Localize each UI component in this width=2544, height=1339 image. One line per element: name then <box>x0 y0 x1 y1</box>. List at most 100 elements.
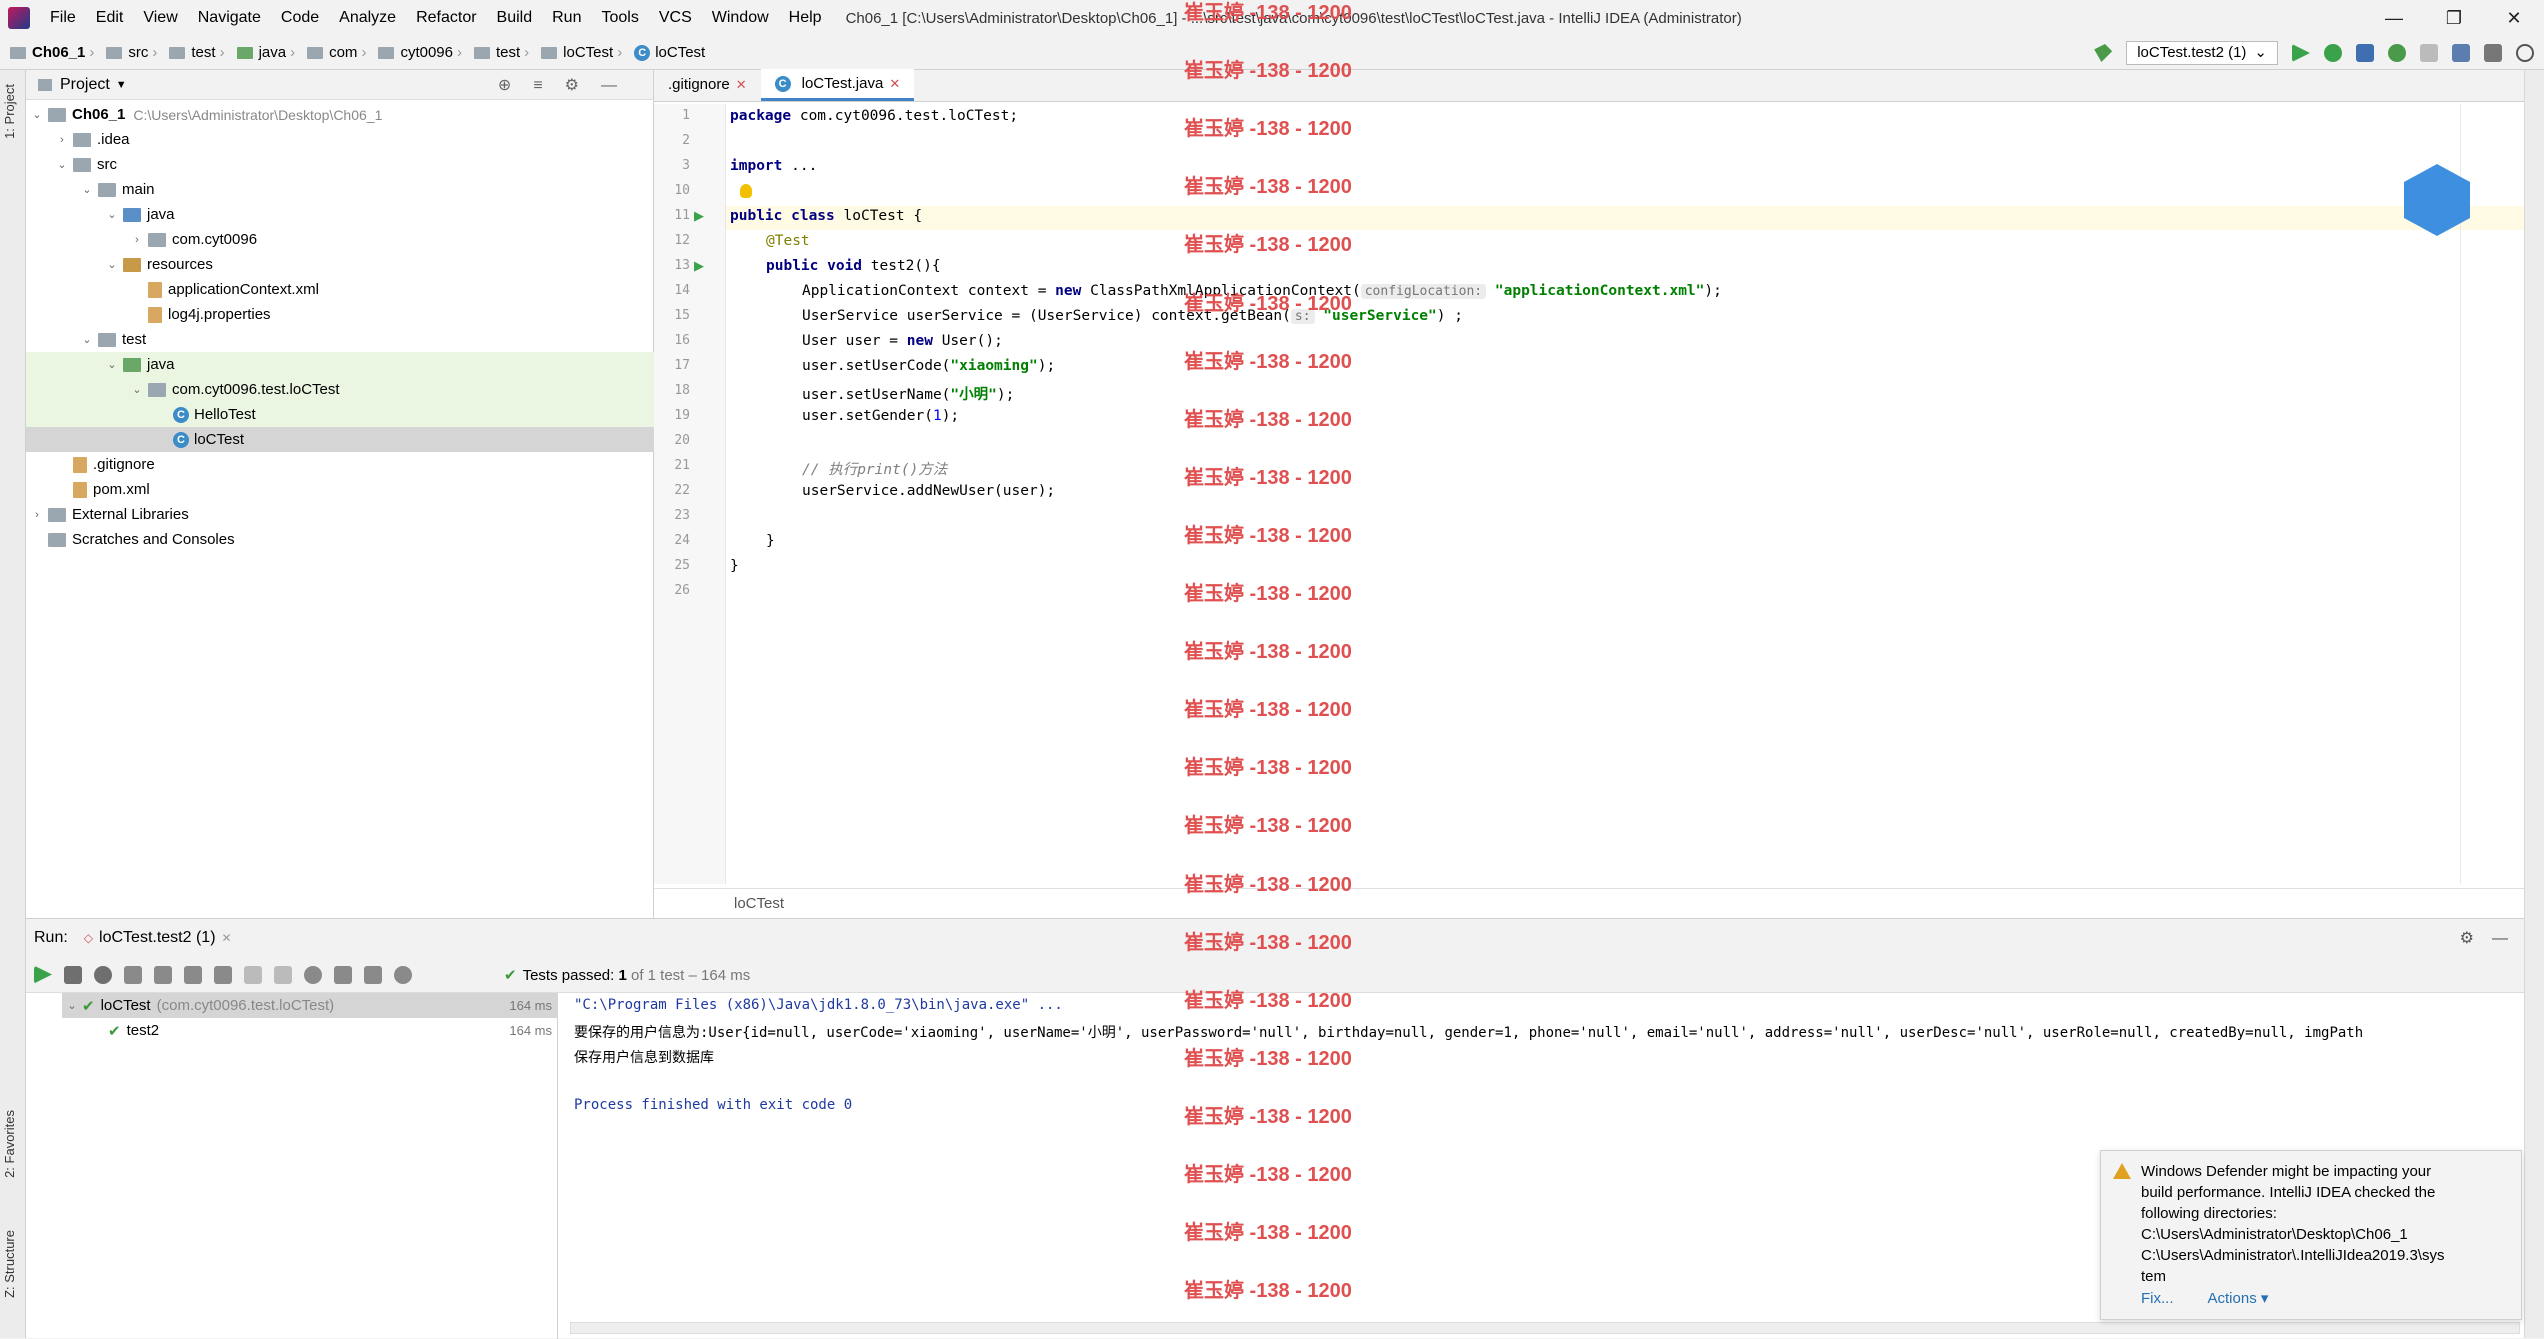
tree-item[interactable]: ⌄ java <box>26 202 654 227</box>
show-ignored-icon[interactable] <box>94 965 112 984</box>
tree-item[interactable]: log4j.properties <box>26 302 654 327</box>
project-structure-icon[interactable] <box>2452 44 2470 62</box>
actions-link[interactable]: Actions ▾ <box>2208 1288 2269 1309</box>
run-icon[interactable] <box>2292 44 2310 62</box>
settings-gear-icon[interactable]: ⚙— <box>2460 928 2526 948</box>
code-line[interactable]: user.setGender(1); <box>802 408 959 424</box>
menu-analyze[interactable]: Analyze <box>329 0 406 36</box>
tree-item[interactable]: CloCTest <box>26 427 654 452</box>
close-icon[interactable]: ✕ <box>889 68 900 100</box>
tree-item[interactable]: Scratches and Consoles <box>26 527 654 552</box>
expand-arrow-icon[interactable]: ⌄ <box>105 208 119 221</box>
breadcrumb-item[interactable]: test › <box>165 44 232 61</box>
menu-run[interactable]: Run <box>542 0 591 36</box>
tree-item[interactable]: ⌄ com.cyt0096.test.loCTest <box>26 377 654 402</box>
export-tests-icon[interactable] <box>364 965 382 984</box>
restore-button[interactable]: ❐ <box>2424 0 2484 36</box>
menu-tools[interactable]: Tools <box>591 0 648 36</box>
panel-actions-icon[interactable]: ⊕≡⚙— <box>498 75 639 95</box>
tab-loctest-java[interactable]: CloCTest.java ✕ <box>760 68 915 101</box>
close-icon[interactable]: ✕ <box>222 931 232 945</box>
expand-arrow-icon[interactable]: ⌄ <box>80 183 94 196</box>
breadcrumb-item[interactable]: Ch06_1 › <box>0 44 102 61</box>
expand-arrow-icon[interactable]: ⌄ <box>105 258 119 271</box>
run-config-select[interactable]: loCTest.test2 (1) ⌄ <box>2126 41 2278 65</box>
breadcrumb-item[interactable]: java › <box>233 44 304 61</box>
expand-arrow-icon[interactable]: ⌄ <box>130 383 144 396</box>
breadcrumb-item[interactable]: src › <box>102 44 165 61</box>
tree-item[interactable]: › com.cyt0096 <box>26 227 654 252</box>
prev-failed-icon[interactable] <box>244 965 262 984</box>
tree-item[interactable]: ⌄ resources <box>26 252 654 277</box>
breadcrumb-item[interactable]: CloCTest <box>630 44 709 61</box>
next-failed-icon[interactable] <box>274 965 292 984</box>
profile-icon[interactable] <box>2388 44 2406 62</box>
tree-item[interactable]: .gitignore <box>26 452 654 477</box>
tab-structure[interactable]: Z: Structure <box>2 1230 17 1298</box>
breadcrumb-item[interactable]: com › <box>303 44 374 61</box>
editor-footer-label[interactable]: loCTest <box>734 895 784 912</box>
layout-icon[interactable] <box>2484 44 2502 62</box>
sort-duration-icon[interactable] <box>154 965 172 984</box>
tab-gitignore[interactable]: .gitignore ✕ <box>654 69 761 101</box>
run-gutter-icon[interactable]: ▶ <box>694 258 704 274</box>
breadcrumb-item[interactable]: cyt0096 › <box>374 44 470 61</box>
menu-refactor[interactable]: Refactor <box>406 0 486 36</box>
run-tab[interactable]: ◇ loCTest.test2 (1) ✕ <box>84 929 232 947</box>
code-line[interactable]: public class loCTest { <box>730 208 922 224</box>
code-line[interactable]: @Test <box>766 233 810 249</box>
expand-arrow-icon[interactable]: ⌄ <box>55 158 69 171</box>
code-line[interactable]: user.setUserCode("xiaoming"); <box>802 358 1055 374</box>
search-icon[interactable] <box>2516 44 2534 62</box>
code-line[interactable]: // 执行print()方法 <box>802 458 947 479</box>
tree-item[interactable]: C HelloTest <box>26 402 654 427</box>
console-horizontal-scrollbar[interactable] <box>570 1322 2520 1334</box>
minimize-button[interactable]: — <box>2364 0 2424 36</box>
tree-item[interactable]: ⌄ Ch06_1 C:\Users\Administrator\Desktop\Ch… <box>26 102 654 127</box>
run-gutter-icon[interactable]: ▶ <box>694 208 704 224</box>
debug-icon[interactable] <box>2324 44 2342 62</box>
menu-file[interactable]: File <box>40 0 86 36</box>
code-line[interactable]: } <box>730 558 739 574</box>
breadcrumb-item[interactable]: loCTest › <box>537 44 630 61</box>
expand-arrow-icon[interactable]: › <box>30 509 44 521</box>
menu-navigate[interactable]: Navigate <box>188 0 271 36</box>
tree-item[interactable]: › .idea <box>26 127 654 152</box>
code-line[interactable]: userService.addNewUser(user); <box>802 483 1055 499</box>
expand-arrow-icon[interactable]: › <box>130 234 144 246</box>
code-line[interactable]: UserService userService = (UserService) … <box>802 308 1463 324</box>
test-row-method[interactable]: ✔ test2 164 ms <box>62 1018 558 1043</box>
test-settings-icon[interactable] <box>394 965 412 984</box>
intention-bulb-icon[interactable] <box>740 184 752 198</box>
test-row-class[interactable]: ⌄ ✔ loCTest (com.cyt0096.test.loCTest) 1… <box>62 993 558 1018</box>
tree-item[interactable]: ⌄ main <box>26 177 654 202</box>
close-button[interactable]: ✕ <box>2484 0 2544 36</box>
code-line[interactable]: import ... <box>730 158 817 174</box>
code-line[interactable]: } <box>766 533 775 549</box>
menu-edit[interactable]: Edit <box>86 0 134 36</box>
expand-arrow-icon[interactable]: › <box>55 134 69 146</box>
menu-help[interactable]: Help <box>779 0 832 36</box>
menu-view[interactable]: View <box>133 0 187 36</box>
tree-item[interactable]: applicationContext.xml <box>26 277 654 302</box>
expand-arrow-icon[interactable]: ⌄ <box>80 333 94 346</box>
tree-item[interactable]: ⌄ java <box>26 352 654 377</box>
menu-vcs[interactable]: VCS <box>649 0 702 36</box>
tab-favorites[interactable]: 2: Favorites <box>2 1110 17 1178</box>
code-line[interactable]: package com.cyt0096.test.loCTest; <box>730 108 1018 124</box>
build-hammer-icon[interactable] <box>2094 44 2113 62</box>
tree-item[interactable]: ⌄ test <box>26 327 654 352</box>
code-line[interactable]: user.setUserName("小明"); <box>802 383 1014 404</box>
expand-arrow-icon[interactable]: ⌄ <box>30 108 44 121</box>
show-passed-icon[interactable] <box>64 965 82 984</box>
menu-code[interactable]: Code <box>271 0 329 36</box>
project-panel-title[interactable]: Project <box>60 76 110 94</box>
coverage-icon[interactable] <box>2356 44 2374 62</box>
history-icon[interactable] <box>304 965 322 984</box>
sort-alpha-icon[interactable] <box>124 965 142 984</box>
breadcrumb-item[interactable]: test › <box>470 44 537 61</box>
import-tests-icon[interactable] <box>334 965 352 984</box>
fix-link[interactable]: Fix... <box>2141 1288 2174 1309</box>
code-line[interactable]: public void test2(){ <box>766 258 941 274</box>
expand-all-icon[interactable] <box>184 965 202 984</box>
